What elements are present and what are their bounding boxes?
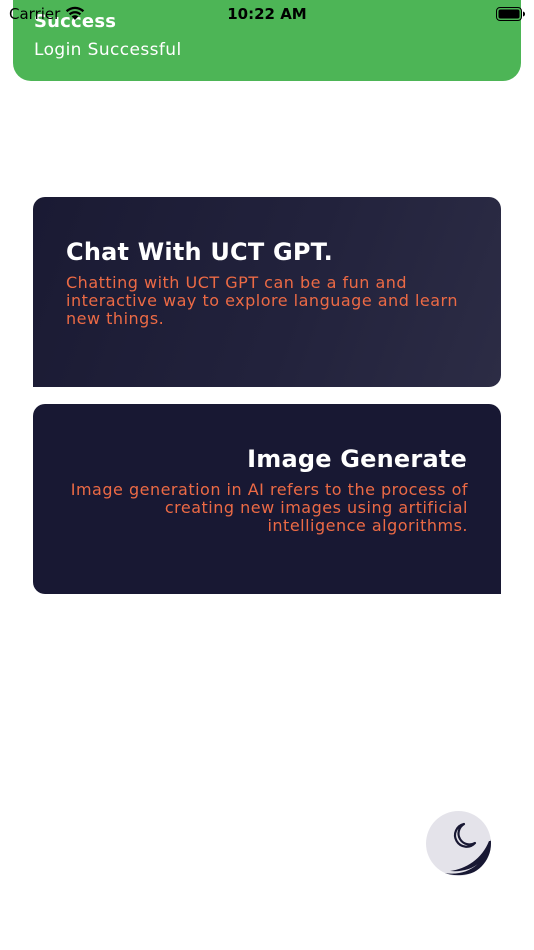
image-card-description: Image generation in AI refers to the pro…: [70, 480, 468, 535]
chat-card-title: Chat With UCT GPT.: [66, 238, 333, 266]
moon-icon: [444, 822, 491, 876]
image-card-title: Image Generate: [247, 445, 467, 473]
chat-card-description: Chatting with UCT GPT can be a fun and i…: [66, 273, 458, 328]
chat-card[interactable]: Chat With UCT GPT. Chatting with UCT GPT…: [33, 197, 501, 387]
image-generate-card[interactable]: Image Generate Image generation in AI re…: [33, 404, 501, 594]
toast-message: Login Successful: [34, 40, 182, 60]
status-bar: Carrier 10:22 AM: [0, 0, 534, 28]
status-time: 10:22 AM: [227, 5, 307, 23]
app-screen: Success Login Successful Carrier 10:22 A…: [0, 0, 534, 950]
theme-toggle-button[interactable]: [426, 811, 491, 876]
battery-icon: [496, 7, 526, 25]
